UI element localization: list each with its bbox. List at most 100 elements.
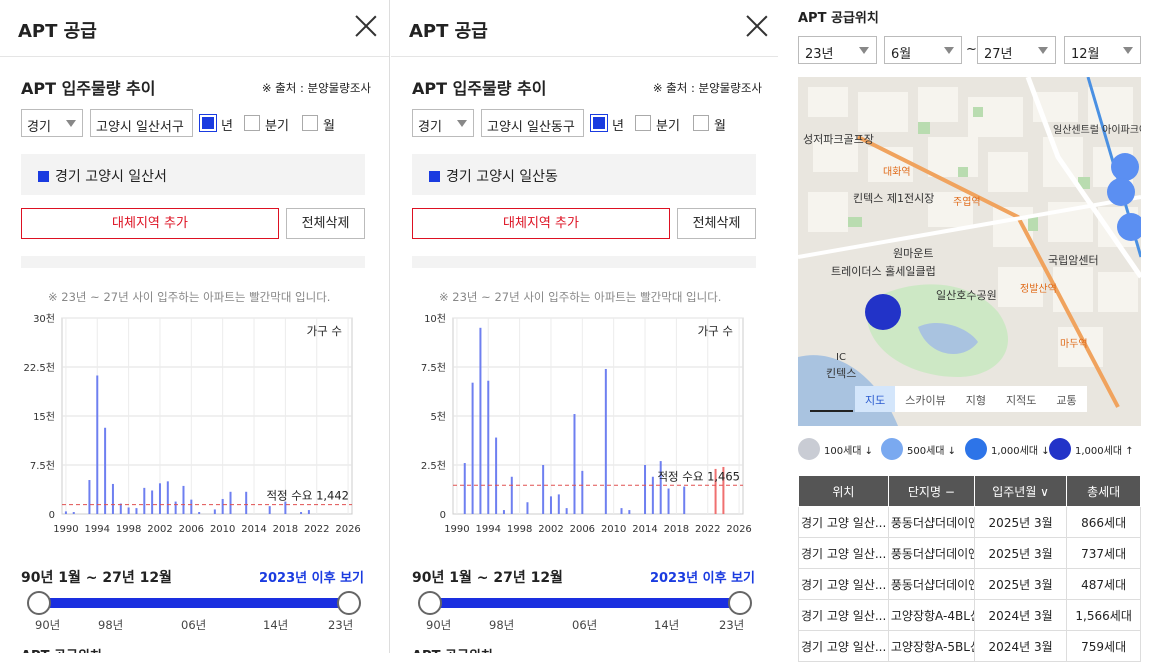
table-row[interactable]: 경기 고양 일산...고양장항A-5BL신...2024년 3월759세대 (798, 630, 1141, 662)
chart-bar (111, 483, 114, 514)
clear-all-button[interactable]: 전체삭제 (286, 208, 365, 239)
legend-item: 500세대 ↓ (881, 438, 956, 460)
map-label: 일산호수공원 (936, 288, 997, 302)
chart-bar (284, 501, 287, 514)
chart-bar (174, 501, 177, 514)
x-tick-label: 2010 (601, 524, 626, 535)
since-2023-link[interactable]: 2023년 이후 보기 (259, 567, 364, 586)
col-households[interactable]: 총세대 (1066, 475, 1141, 507)
legend-item: 100세대 ↓ (798, 438, 873, 460)
map-canvas[interactable]: 성저파크골프장 대화역 킨텍스 제1전시장 주엽역 원마운트 트레이더스 홀세일… (798, 77, 1141, 426)
range-label: 90년 1월 ~ 27년 12월 (21, 570, 172, 586)
source-note: ※ 출처 : 분양물량조사 (261, 81, 371, 95)
y-tick-label: 0 (49, 510, 55, 521)
divider-strip (21, 256, 365, 268)
slider-tick: 14년 (263, 618, 289, 632)
tab-skyview[interactable]: 스카이뷰 (895, 386, 955, 412)
district-select[interactable]: 고양시 일산동구 (481, 109, 584, 137)
chart-bar (182, 485, 185, 514)
from-month-select[interactable]: 6월 (884, 36, 962, 64)
panel-header: APT 공급 (0, 0, 389, 57)
slider-tick: 06년 (181, 618, 207, 632)
next-section-title: APT 공급위치 (21, 645, 102, 653)
period-month-checkbox[interactable] (693, 115, 709, 131)
range-slider-track[interactable] (429, 598, 740, 608)
x-tick-label: 2014 (632, 524, 657, 535)
table-row[interactable]: 경기 고양 일산...풍동더샵더데이앤...2025년 3월487세대 (798, 568, 1141, 600)
x-tick-label: 2022 (304, 524, 329, 535)
chart-bar (620, 508, 623, 514)
map-label: 대화역 (883, 166, 911, 178)
table-row[interactable]: 경기 고양 일산...풍동더샵더데이앤...2025년 3월866세대 (798, 506, 1141, 538)
chart-bar (104, 427, 107, 514)
x-tick-label: 2018 (273, 524, 298, 535)
period-quarter-checkbox[interactable] (635, 115, 651, 131)
chart-bar (542, 465, 545, 514)
chart-bar (127, 507, 130, 514)
tab-traffic[interactable]: 교통 (1046, 386, 1086, 412)
chart-bar (502, 510, 505, 514)
table-row[interactable]: 경기 고양 일산...고양장항A-4BL신...2024년 3월1,566세대 (798, 599, 1141, 631)
legend-label: 경기 고양시 일산동구 (446, 169, 558, 185)
chart-bar (229, 491, 232, 514)
chart-bar (683, 486, 686, 514)
legend-item: 1,000세대 ↓ (965, 438, 1050, 460)
tab-terrain[interactable]: 지형 (956, 386, 996, 412)
province-select[interactable]: 경기 (412, 109, 474, 137)
period-year-checkbox[interactable] (199, 114, 217, 132)
chart-bar (198, 512, 201, 514)
period-year-checkbox[interactable] (590, 114, 608, 132)
supply-chart: 0 2.5천 5천 7.5천 10천 1990 1994 1998 2002 2006 2010 20… (421, 313, 752, 535)
range-slider-track[interactable] (38, 598, 349, 608)
supply-panel-west: APT 공급 APT 입주물량 추이 ※ 출처 : 분양물량조사 경기 고양시 … (0, 0, 390, 653)
table-row[interactable]: 경기 고양 일산...풍동더샵더데이앤...2025년 3월737세대 (798, 537, 1141, 569)
chart-bar (72, 512, 75, 514)
map-type-tabs: 지도 스카이뷰 지형 지적도 교통 (855, 386, 1087, 412)
x-tick-label: 2026 (726, 524, 751, 535)
map-label: 정발산역 (1020, 283, 1057, 295)
chart-bar (479, 327, 482, 514)
col-location[interactable]: 위치 (798, 475, 889, 507)
map-label: 주엽역 (953, 196, 981, 208)
location-map[interactable]: 성저파크골프장 대화역 킨텍스 제1전시장 주엽역 원마운트 트레이더스 홀세일… (798, 77, 1141, 426)
section-title: APT 입주물량 추이 (21, 79, 156, 98)
chart-bar (487, 380, 490, 514)
y-tick-label: 0 (440, 510, 446, 521)
tab-cadastral[interactable]: 지적도 (996, 386, 1046, 412)
chart-bar (64, 511, 67, 514)
section-title: APT 입주물량 추이 (412, 79, 547, 98)
add-region-button[interactable]: 대체지역 추가 (21, 208, 279, 239)
chart-bar (495, 437, 498, 514)
add-region-button[interactable]: 대체지역 추가 (412, 208, 670, 239)
x-tick-label: 2018 (664, 524, 689, 535)
range-slider-end-handle[interactable] (728, 591, 752, 615)
chart-bar (510, 476, 513, 514)
slider-tick: 98년 (489, 618, 515, 632)
to-month-select[interactable]: 12월 (1064, 36, 1141, 64)
tab-map[interactable]: 지도 (855, 386, 896, 412)
range-slider-start-handle[interactable] (27, 591, 51, 615)
col-complex[interactable]: 단지명 − (887, 475, 975, 507)
range-label: 90년 1월 ~ 27년 12월 (412, 570, 563, 586)
province-select[interactable]: 경기 (21, 109, 83, 137)
clear-all-button[interactable]: 전체삭제 (677, 208, 756, 239)
legend-label: 경기 고양시 일산서구 (55, 169, 167, 185)
since-2023-link[interactable]: 2023년 이후 보기 (650, 567, 755, 586)
legend-swatch (429, 171, 440, 182)
from-year-select[interactable]: 23년 (798, 36, 877, 64)
col-move-in[interactable]: 입주년월 ∨ (973, 475, 1068, 507)
to-year-select[interactable]: 27년 (977, 36, 1056, 64)
range-slider-start-handle[interactable] (418, 591, 442, 615)
x-tick-label: 1990 (53, 524, 78, 535)
district-select[interactable]: 고양시 일산서구 (90, 109, 193, 137)
period-quarter-checkbox[interactable] (244, 115, 260, 131)
period-month-label: 월 (714, 119, 726, 134)
panel-header: APT 공급 (391, 0, 780, 57)
period-month-checkbox[interactable] (302, 115, 318, 131)
close-icon[interactable] (355, 15, 377, 37)
panel-title: APT 공급 (18, 21, 97, 42)
range-slider-end-handle[interactable] (337, 591, 361, 615)
close-icon[interactable] (746, 15, 768, 37)
chart-bar (557, 494, 560, 514)
chart-bar (307, 510, 310, 514)
